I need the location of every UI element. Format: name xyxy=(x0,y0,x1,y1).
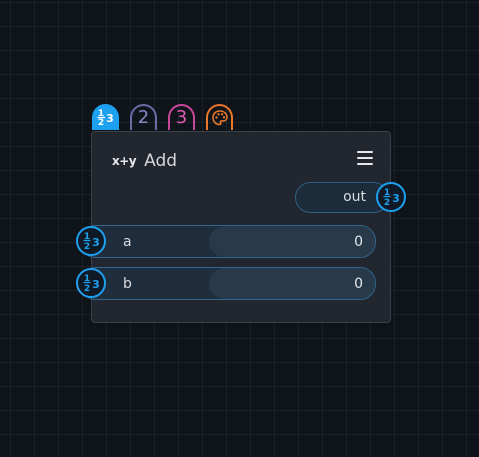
svg-text:3: 3 xyxy=(392,192,400,205)
palette-icon xyxy=(211,110,228,126)
input-b-socket[interactable]: 1 2 3 xyxy=(76,268,106,298)
output-socket[interactable]: 1 2 3 xyxy=(376,182,406,212)
svg-text:2: 2 xyxy=(84,284,90,294)
tab-3[interactable]: 3 xyxy=(168,104,195,130)
number-type-icon: 1 2 3 xyxy=(383,188,400,208)
svg-text:3: 3 xyxy=(92,278,100,291)
input-b-slider[interactable] xyxy=(209,268,375,299)
input-a-field[interactable]: a 0 xyxy=(80,225,376,258)
tab-2[interactable]: 2 xyxy=(130,104,157,130)
svg-text:3: 3 xyxy=(106,112,114,125)
svg-text:2: 2 xyxy=(384,198,390,208)
svg-text:3: 3 xyxy=(92,236,100,249)
node-title: Add xyxy=(144,151,178,171)
input-a-slider[interactable] xyxy=(209,226,375,257)
input-a-label: a xyxy=(123,234,132,250)
output-label: out xyxy=(343,189,366,205)
hamburger-menu-icon[interactable] xyxy=(356,150,374,166)
svg-text:2: 2 xyxy=(84,242,90,252)
input-a-value[interactable]: 0 xyxy=(354,234,363,250)
number-type-icon: 1 2 3 xyxy=(83,232,100,252)
svg-text:2: 2 xyxy=(97,118,103,127)
tab-number-type[interactable]: 1 2 3 xyxy=(92,104,119,130)
input-b-field[interactable]: b 0 xyxy=(80,267,376,300)
function-icon: x+y xyxy=(112,154,137,168)
node-header: x+y Add xyxy=(112,148,177,174)
input-b-value[interactable]: 0 xyxy=(354,276,363,292)
number-type-icon: 1 2 3 xyxy=(97,109,114,127)
tab-palette[interactable] xyxy=(206,104,233,130)
output-field: out xyxy=(295,182,389,213)
input-b-label: b xyxy=(123,276,132,292)
number-type-icon: 1 2 3 xyxy=(83,274,100,294)
input-a-socket[interactable]: 1 2 3 xyxy=(76,226,106,256)
